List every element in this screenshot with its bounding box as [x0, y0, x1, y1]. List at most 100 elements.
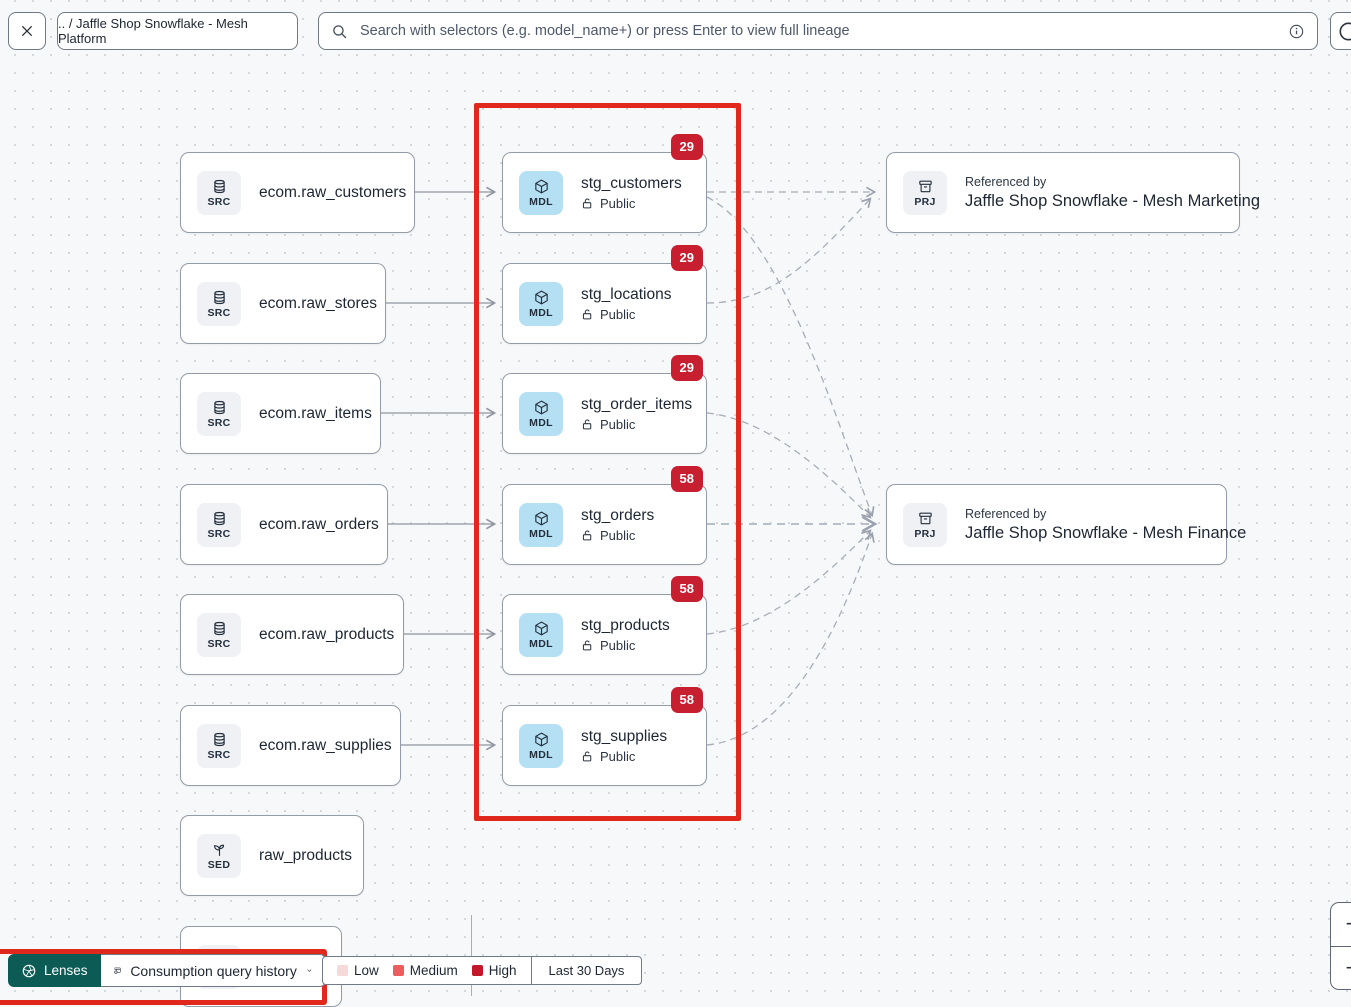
- open-lock-icon: [581, 197, 594, 210]
- close-button[interactable]: [8, 12, 46, 50]
- seed-node-raw-products[interactable]: SED raw_products: [180, 815, 364, 896]
- model-icon-tile: MDL: [519, 503, 563, 547]
- kind-label: SRC: [207, 638, 230, 650]
- cube-icon: [533, 731, 550, 748]
- lenses-label: Lenses: [44, 963, 88, 978]
- kind-label: SRC: [207, 749, 230, 761]
- cube-icon: [533, 620, 550, 637]
- topbar-partial-button[interactable]: [1330, 12, 1351, 50]
- legend-item-medium: Medium: [393, 963, 458, 978]
- access-row: Public: [581, 528, 654, 543]
- kind-label: SRC: [207, 417, 230, 429]
- cube-icon: [533, 289, 550, 306]
- kind-label: MDL: [529, 307, 553, 319]
- lenses-button[interactable]: Lenses: [8, 954, 101, 987]
- project-node-mesh-marketing[interactable]: PRJ Referenced by Jaffle Shop Snowflake …: [886, 152, 1240, 233]
- model-node-stg-locations[interactable]: 29 MDL stg_locations Public: [502, 263, 707, 344]
- legend-swatch-medium: [393, 965, 404, 976]
- legend-items: Low Medium High: [323, 957, 531, 984]
- access-row: Public: [581, 749, 667, 764]
- lineage-search-bar: [318, 12, 1318, 50]
- model-icon-tile: MDL: [519, 613, 563, 657]
- archive-icon: [917, 178, 934, 195]
- node-title: stg_orders: [581, 507, 654, 525]
- breadcrumb-label: .. / Jaffle Shop Snowflake - Mesh Platfo…: [58, 16, 297, 46]
- model-icon-tile: MDL: [519, 392, 563, 436]
- source-icon-tile: SRC: [197, 503, 241, 547]
- legend-item-high: High: [472, 963, 517, 978]
- source-node-ecom-raw-stores[interactable]: SRC ecom.raw_stores: [180, 263, 386, 344]
- legend-label: Low: [354, 963, 379, 978]
- model-node-stg-orders[interactable]: 58 MDL stg_orders Public: [502, 484, 707, 565]
- close-icon: [19, 23, 35, 39]
- node-title: raw_products: [259, 847, 352, 865]
- seed-icon-tile: SED: [197, 834, 241, 878]
- source-icon-tile: SRC: [197, 724, 241, 768]
- project-node-mesh-finance[interactable]: PRJ Referenced by Jaffle Shop Snowflake …: [886, 484, 1227, 565]
- kind-label: SRC: [207, 307, 230, 319]
- info-icon[interactable]: [1288, 23, 1305, 40]
- model-node-stg-supplies[interactable]: 58 MDL stg_supplies Public: [502, 705, 707, 786]
- cube-icon: [533, 178, 550, 195]
- access-row: Public: [581, 638, 670, 653]
- usage-count-badge: 29: [671, 245, 703, 271]
- legend-item-low: Low: [337, 963, 379, 978]
- kind-label: MDL: [529, 638, 553, 650]
- node-title: Jaffle Shop Snowflake - Mesh Finance: [965, 524, 1226, 543]
- legend-swatch-low: [337, 965, 348, 976]
- usage-count-badge: 58: [671, 687, 703, 713]
- cube-icon: [533, 510, 550, 527]
- access-label: Public: [600, 417, 635, 432]
- usage-count-badge: 58: [671, 576, 703, 602]
- source-icon-tile: SRC: [197, 171, 241, 215]
- node-title: stg_supplies: [581, 728, 667, 746]
- breadcrumb[interactable]: .. / Jaffle Shop Snowflake - Mesh Platfo…: [57, 12, 298, 50]
- source-node-ecom-raw-customers[interactable]: SRC ecom.raw_customers: [180, 152, 415, 233]
- source-icon-tile: SRC: [197, 392, 241, 436]
- node-title: ecom.raw_items: [259, 405, 372, 423]
- source-node-ecom-raw-items[interactable]: SRC ecom.raw_items: [180, 373, 381, 454]
- zoom-out-button[interactable]: −: [1331, 947, 1351, 990]
- node-title: ecom.raw_supplies: [259, 737, 392, 755]
- archive-icon: [917, 510, 934, 527]
- model-node-stg-order-items[interactable]: 29 MDL stg_order_items Public: [502, 373, 707, 454]
- access-row: Public: [581, 307, 671, 322]
- kind-label: MDL: [529, 528, 553, 540]
- model-node-stg-customers[interactable]: 29 MDL stg_customers Public: [502, 152, 707, 233]
- chevron-down-icon: [306, 964, 313, 977]
- kind-label: SED: [208, 859, 231, 871]
- query-history-icon: [113, 962, 122, 979]
- node-title: stg_customers: [581, 175, 682, 193]
- database-icon: [211, 178, 228, 195]
- node-title: ecom.raw_products: [259, 626, 394, 644]
- selected-lens-label: Consumption query history: [130, 963, 297, 979]
- model-node-stg-products[interactable]: 58 MDL stg_products Public: [502, 594, 707, 675]
- source-node-ecom-raw-supplies[interactable]: SRC ecom.raw_supplies: [180, 705, 401, 786]
- source-node-ecom-raw-products[interactable]: SRC ecom.raw_products: [180, 594, 404, 675]
- zoom-in-button[interactable]: +: [1331, 903, 1351, 947]
- open-lock-icon: [581, 308, 594, 321]
- database-icon: [211, 289, 228, 306]
- legend-label: High: [489, 963, 517, 978]
- search-input[interactable]: [358, 22, 1278, 40]
- usage-count-badge: 29: [671, 134, 703, 160]
- model-icon-tile: MDL: [519, 724, 563, 768]
- legend-swatch-high: [472, 965, 483, 976]
- database-icon: [211, 731, 228, 748]
- legend-date-range: Last 30 Days: [531, 957, 642, 984]
- usage-count-badge: 58: [671, 466, 703, 492]
- node-title: stg_locations: [581, 286, 671, 304]
- access-row: Public: [581, 196, 682, 211]
- source-node-ecom-raw-orders[interactable]: SRC ecom.raw_orders: [180, 484, 388, 565]
- access-label: Public: [600, 749, 635, 764]
- open-lock-icon: [581, 750, 594, 763]
- source-icon-tile: SRC: [197, 282, 241, 326]
- lens-legend: Low Medium High Last 30 Days: [322, 956, 642, 985]
- node-title: ecom.raw_stores: [259, 295, 377, 313]
- access-label: Public: [600, 638, 635, 653]
- referenced-by-label: Referenced by: [965, 507, 1226, 521]
- kind-label: MDL: [529, 196, 553, 208]
- lens-type-dropdown[interactable]: Consumption query history: [101, 954, 326, 987]
- kind-label: SRC: [207, 196, 230, 208]
- cube-icon: [533, 399, 550, 416]
